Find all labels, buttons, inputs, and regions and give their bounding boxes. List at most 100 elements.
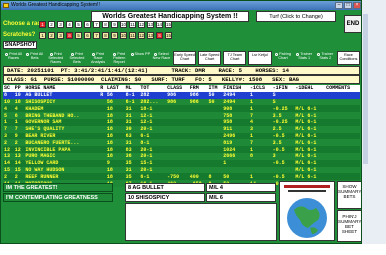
table-cell — [99, 160, 106, 167]
toolbar-item[interactable]: Trainer Stats 2 — [315, 51, 336, 65]
column-header[interactable]: ITM — [208, 85, 223, 92]
scratch-checkbox[interactable]: 7 — [93, 32, 100, 39]
turf-button[interactable]: Turf (Click to Change) — [256, 11, 336, 22]
column-header[interactable]: -1FIN — [272, 85, 295, 92]
close-icon[interactable]: × — [353, 2, 361, 9]
scratch-checkbox[interactable]: 15 — [165, 32, 172, 39]
scratch-checkbox[interactable]: S — [66, 32, 73, 39]
scratch-checkbox[interactable]: S — [156, 32, 163, 39]
table-cell: 2 — [4, 139, 8, 146]
maximize-icon[interactable]: □ — [344, 2, 352, 9]
toolbar-item-label: Pairing Chart — [278, 52, 291, 60]
toolbar-item[interactable]: TJ Team Chart — [223, 51, 247, 65]
race-number-button[interactable]: 12 — [138, 21, 145, 28]
table-row[interactable]: 2 2 REEF RUNNER 18 35 6-1 -750 400 8 50 1 -0.5 M/L 6… — [3, 173, 360, 181]
toolbar-item[interactable]: Pairing Chart — [273, 51, 294, 65]
toolbar-item[interactable]: Print All Bets — [24, 51, 45, 65]
race-number-button[interactable]: 3 — [57, 21, 64, 28]
table-row[interactable]: 13 13 PURO MAGIC 18 36 20-1 2666 8 3 M/L 6-1 — [3, 152, 360, 160]
toolbar-item[interactable]: Print Pattern Report — [109, 51, 130, 65]
race-number-button[interactable]: 7 — [93, 21, 100, 28]
column-header[interactable]: -1CLS — [249, 85, 272, 92]
table-row[interactable]: 5 6 BRING THEBAND HO.. 18 31 12-1 758 7 3.5 M/L 6… — [3, 112, 360, 119]
table-cell: 50 — [208, 98, 215, 105]
toolbar-item[interactable]: Print All Races — [3, 51, 24, 65]
end-button[interactable]: END — [344, 15, 361, 33]
column-header[interactable]: ML — [125, 85, 140, 92]
toolbar-item[interactable]: Print Race Analysis — [88, 51, 109, 65]
table-row[interactable]: 4 4 KHADEM 18 31 18-1 908 1 -0.25 M/L 6-1 — [3, 105, 360, 113]
scratch-checkbox[interactable]: 13 — [147, 32, 154, 39]
table-row[interactable]: 1 1 GOVERNOR SAM 18 31 12-1 958 4 -0.25 M/L 6-1 — [3, 118, 360, 126]
column-header[interactable]: TOT — [139, 85, 166, 92]
toolbar-item[interactable]: Print Selected Races — [45, 51, 66, 65]
toolbar-item[interactable]: Race Conditions — [336, 51, 360, 65]
snapshot-button[interactable]: SNAPSHOT — [3, 41, 37, 49]
table-cell: 4 — [14, 105, 18, 112]
column-header[interactable]: PP — [14, 85, 25, 92]
race-number-button[interactable]: 6 — [84, 21, 91, 28]
notes-area — [125, 203, 277, 241]
minimize-icon[interactable]: – — [335, 2, 343, 9]
table-row[interactable]: 7 7 SHE'S QUALITY 18 30 20-1 911 3 2.5 M/L 6-1 — [3, 125, 360, 133]
scrollbar[interactable] — [363, 14, 368, 164]
table-cell — [325, 173, 360, 180]
table-row[interactable]: 15 15 NO WAY HUDSON 18 31 20-1 M/L 6-1 — [3, 166, 360, 174]
race-number-button[interactable]: 10 — [120, 21, 127, 28]
scratch-checkbox[interactable]: 12 — [138, 32, 145, 39]
table-cell — [208, 160, 223, 167]
race-number-button[interactable]: 9 — [111, 21, 118, 28]
toolbar-item[interactable]: Early Speed Chart — [173, 51, 197, 65]
race-number-button[interactable]: 4 — [66, 21, 73, 28]
race-number-button[interactable]: 11 — [129, 21, 136, 28]
race-number-button[interactable]: 8 — [102, 21, 109, 28]
toolbar-item[interactable]: Trainer Stats 1 — [294, 51, 315, 65]
scratch-checkbox[interactable]: 6 — [84, 32, 91, 39]
scratch-checkbox[interactable]: 9 — [111, 32, 118, 39]
toolbar-item[interactable]: Print Selected Bets — [66, 51, 87, 65]
scratch-checkbox[interactable]: 3 — [57, 32, 64, 39]
show-summary-bets-button[interactable]: SHOW SUMMARY BETS — [337, 181, 361, 209]
table-row[interactable]: 12 12 INVINCIBLE PAPA 18 83 20-1 1024 1 -0.5 M/L … — [3, 146, 360, 153]
table-cell: S — [272, 92, 276, 99]
table-cell: PURO MAGIC — [25, 153, 56, 160]
column-header[interactable]: COMMENTS — [325, 85, 360, 92]
table-cell — [189, 105, 208, 112]
column-header[interactable]: -1DEHL — [294, 85, 325, 92]
radio-icon[interactable] — [130, 52, 134, 56]
globe-icon — [280, 182, 334, 238]
table-row[interactable]: 14 14 YELLOW CARD 9 35 15-1 1 -0.5 M/L 6-1 — [3, 159, 360, 167]
race-number-button[interactable]: 1 — [39, 21, 46, 28]
column-header[interactable]: SC — [3, 85, 14, 92]
table-cell — [189, 112, 208, 119]
scratch-checkbox[interactable]: 5 — [75, 32, 82, 39]
race-number-list: 1 2 3 4 5 6 7 8 9 10 11 12 13 14 15 — [39, 21, 172, 28]
toolbar-item[interactable]: Select New Race — [151, 51, 172, 65]
column-header[interactable]: FRM — [189, 85, 208, 92]
column-header[interactable]: LAST — [106, 85, 125, 92]
race-number-button[interactable]: 13 — [147, 21, 154, 28]
toolbar-item[interactable]: Show PP — [130, 51, 151, 65]
column-header[interactable]: FINISH — [222, 85, 249, 92]
table-row[interactable]: 3 9 BEAR RIVER 18 63 6-1 2496 1 -0.5 M/L 6-1 — [3, 132, 360, 140]
race-number-button[interactable]: 5 — [75, 21, 82, 28]
scratch-checkbox[interactable]: 8 — [102, 32, 109, 39]
summary-bet-sheet-button[interactable]: PHIN'J SUMMARY BET SHEET — [337, 210, 361, 242]
radio-icon[interactable] — [26, 52, 30, 56]
scratch-checkbox[interactable]: 2 — [48, 32, 55, 39]
race-number-button[interactable]: 2 — [48, 21, 55, 28]
column-header[interactable]: R — [99, 85, 106, 92]
table-row[interactable]: 2 2 BUCANERO FUERTE... 18 31 8-1 819 7 3.5 M/L 6-… — [3, 139, 360, 147]
scratch-checkbox[interactable]: 11 — [129, 32, 136, 39]
table-row[interactable]: 10 18 SHISOSPICY 56 6-1 282... 986 986 50 2494 1 S — [3, 98, 360, 106]
table-row[interactable]: 8 10 AG BULLET R 56 8-1 282 986 986 50 2494 1 S — [3, 91, 360, 99]
race-number-button[interactable]: 15 — [165, 21, 172, 28]
table-cell: 18 — [106, 139, 113, 146]
scratch-checkbox[interactable]: 10 — [120, 32, 127, 39]
toolbar-item[interactable]: Late Speed Chart — [198, 51, 222, 65]
race-number-button[interactable]: 14 — [156, 21, 163, 28]
toolbar-item[interactable]: Lsr Ketjul — [248, 51, 272, 65]
scratch-checkbox[interactable]: 1 — [39, 32, 46, 39]
column-header[interactable]: HORSE NAME — [24, 85, 99, 92]
column-header[interactable]: CLASS — [166, 85, 189, 92]
